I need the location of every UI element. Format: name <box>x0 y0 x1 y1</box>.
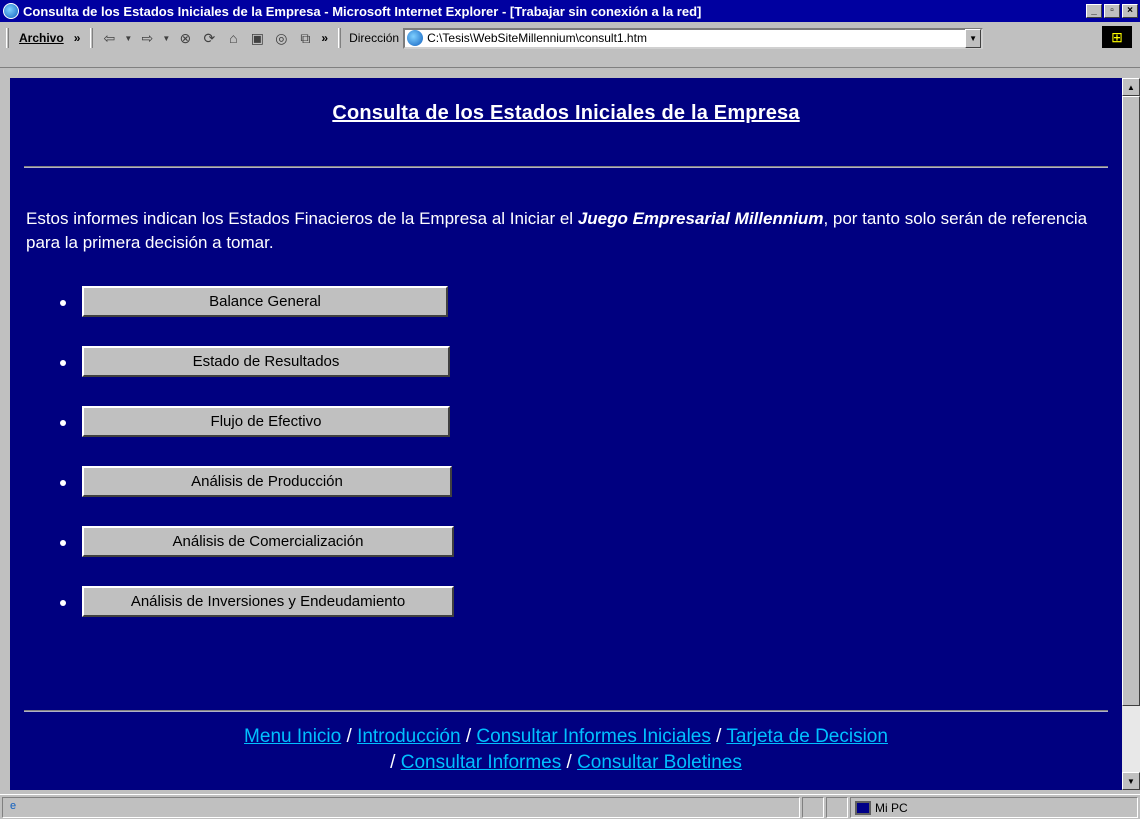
toolbar-grip[interactable] <box>90 28 94 48</box>
ie-icon <box>3 3 19 19</box>
toolbar: Archivo » ⇦ ▼ ⇨ ▼ ⊗ ⟳ ⌂ ▣ ◎ ⧉ » Direcció… <box>0 22 1140 68</box>
home-icon[interactable]: ⌂ <box>223 28 243 48</box>
zone-label: Mi PC <box>875 800 908 815</box>
list-bullet <box>60 300 66 306</box>
status-text-panel: e <box>2 797 800 818</box>
list-bullet <box>60 420 66 426</box>
footer-link[interactable]: Menu Inicio <box>244 726 341 747</box>
status-panel <box>802 797 824 818</box>
footer-separator: / <box>390 752 401 773</box>
back-dropdown-icon[interactable]: ▼ <box>123 28 133 48</box>
menu-chevron[interactable]: » <box>70 31 85 45</box>
vertical-scrollbar[interactable]: ▲ ▼ <box>1122 78 1140 790</box>
computer-icon <box>855 800 871 815</box>
toolbar-chevron[interactable]: » <box>317 31 332 45</box>
search-icon[interactable]: ▣ <box>247 28 267 48</box>
footer-separator: / <box>341 726 358 747</box>
menu-archivo[interactable]: Archivo <box>13 31 70 45</box>
footer-link[interactable]: Introducción <box>357 726 461 747</box>
page-content: Consulta de los Estados Iniciales de la … <box>10 78 1122 790</box>
intro-text-start: Estos informes indican los Estados Finac… <box>26 209 578 228</box>
footer-separator: / <box>460 726 477 747</box>
list-bullet <box>60 480 66 486</box>
page-title: Consulta de los Estados Iniciales de la … <box>332 102 800 124</box>
title-bar: Consulta de los Estados Iniciales de la … <box>0 0 1140 22</box>
address-label: Dirección <box>349 31 400 45</box>
intro-text: Estos informes indican los Estados Finac… <box>26 207 1116 255</box>
footer-separator: / <box>561 752 578 773</box>
forward-icon[interactable]: ⇨ <box>137 28 157 48</box>
toolbar-grip[interactable] <box>338 28 342 48</box>
stop-icon[interactable]: ⊗ <box>175 28 195 48</box>
report-button[interactable]: Balance General <box>82 286 448 317</box>
footer-link[interactable]: Consultar Boletines <box>577 752 742 773</box>
minimize-button[interactable]: _ <box>1086 4 1102 18</box>
footer-link[interactable]: Consultar Informes <box>401 752 562 773</box>
top-divider <box>24 166 1108 168</box>
status-panel <box>826 797 848 818</box>
list-bullet <box>60 540 66 546</box>
copy-icon[interactable]: ⧉ <box>295 28 315 48</box>
forward-dropdown-icon[interactable]: ▼ <box>161 28 171 48</box>
scroll-up-button[interactable]: ▲ <box>1122 78 1140 96</box>
scroll-down-button[interactable]: ▼ <box>1122 772 1140 790</box>
address-value: C:\Tesis\WebSiteMillennium\consult1.htm <box>427 31 647 45</box>
window-title: Consulta de los Estados Iniciales de la … <box>23 3 702 19</box>
back-icon[interactable]: ⇦ <box>99 28 119 48</box>
report-button[interactable]: Análisis de Inversiones y Endeudamiento <box>82 586 454 617</box>
scroll-thumb[interactable] <box>1122 96 1140 706</box>
footer-link[interactable]: Tarjeta de Decision <box>726 726 888 747</box>
page-icon <box>407 30 424 46</box>
zone-panel: Mi PC <box>850 797 1138 818</box>
address-input[interactable]: C:\Tesis\WebSiteMillennium\consult1.htm <box>403 27 984 49</box>
list-bullet <box>60 360 66 366</box>
bottom-divider <box>24 710 1108 712</box>
status-bar: e Mi PC <box>0 794 1140 819</box>
footer-nav: Menu Inicio / Introducción / Consultar I… <box>10 724 1122 776</box>
report-button[interactable]: Flujo de Efectivo <box>82 406 450 437</box>
address-dropdown-button[interactable]: ▼ <box>965 28 982 48</box>
refresh-icon[interactable]: ⟳ <box>199 28 219 48</box>
scroll-track[interactable] <box>1122 706 1140 772</box>
report-button[interactable]: Análisis de Comercialización <box>82 526 454 557</box>
history-icon[interactable]: ◎ <box>271 28 291 48</box>
list-bullet <box>60 600 66 606</box>
window-controls: _ ▫ × <box>1086 4 1138 18</box>
footer-separator: / <box>710 726 727 747</box>
maximize-button[interactable]: ▫ <box>1104 4 1120 18</box>
footer-link[interactable]: Consultar Informes Iniciales <box>476 726 710 747</box>
intro-game-name: Juego Empresarial Millennium <box>577 209 824 228</box>
ie-status-icon: e <box>9 800 17 812</box>
close-button[interactable]: × <box>1122 4 1138 18</box>
report-button[interactable]: Análisis de Producción <box>82 466 452 497</box>
report-button[interactable]: Estado de Resultados <box>82 346 450 377</box>
toolbar-grip[interactable] <box>6 28 9 48</box>
windows-logo-icon: ⊞ <box>1102 26 1132 48</box>
